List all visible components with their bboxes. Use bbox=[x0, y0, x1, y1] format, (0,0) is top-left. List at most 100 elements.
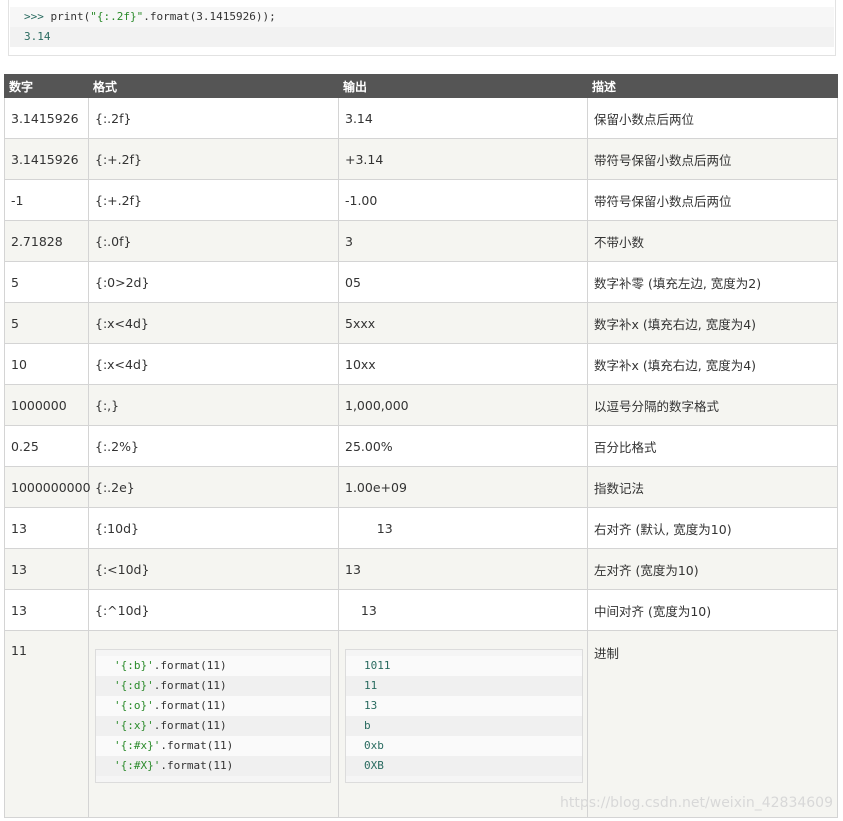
cell-format-code: '{:b}'.format(11) '{:d}'.format(11) '{:o… bbox=[88, 630, 339, 818]
cell-number: 13 bbox=[4, 548, 89, 590]
output-line: 0XB bbox=[346, 756, 582, 776]
cell-format: {:0>2d} bbox=[88, 261, 339, 303]
cell-output: 13 bbox=[338, 589, 588, 631]
code-line: '{:d}'.format(11) bbox=[96, 676, 330, 696]
cell-format: {:.2%} bbox=[88, 425, 339, 467]
table-row: 3.1415926 {:.2f} 3.14 保留小数点后两位 bbox=[4, 97, 838, 139]
cell-output: 3.14 bbox=[338, 97, 588, 139]
table-row: 5 {:0>2d} 05 数字补零 (填充左边, 宽度为2) bbox=[4, 261, 838, 303]
cell-description: 不带小数 bbox=[587, 220, 838, 262]
table-row: 0.25 {:.2%} 25.00% 百分比格式 bbox=[4, 425, 838, 467]
code-line: '{:#X}'.format(11) bbox=[96, 756, 330, 776]
cell-description: 带符号保留小数点后两位 bbox=[587, 179, 838, 221]
code-string: '{:x}' bbox=[114, 719, 154, 732]
base-format-code-block: '{:b}'.format(11) '{:d}'.format(11) '{:o… bbox=[95, 649, 331, 783]
code-example-block: >>> print("{:.2f}".format(3.1415926)); 3… bbox=[8, 0, 836, 56]
cell-description: 以逗号分隔的数字格式 bbox=[587, 384, 838, 426]
table-row: 13 {:10d} 13 右对齐 (默认, 宽度为10) bbox=[4, 507, 838, 549]
cell-description: 百分比格式 bbox=[587, 425, 838, 467]
code-suffix: .format(11) bbox=[153, 719, 227, 732]
cell-output: 1,000,000 bbox=[338, 384, 588, 426]
header-format: 格式 bbox=[88, 74, 339, 98]
table-row: 10 {:x<4d} 10xx 数字补x (填充右边, 宽度为4) bbox=[4, 343, 838, 385]
cell-number: 5 bbox=[4, 261, 89, 303]
cell-output: -1.00 bbox=[338, 179, 588, 221]
cell-number: 13 bbox=[4, 507, 89, 549]
cell-output: 13 bbox=[338, 507, 588, 549]
code-line: '{:b}'.format(11) bbox=[96, 656, 330, 676]
cell-number: 3.1415926 bbox=[4, 138, 89, 180]
table-row: 2.71828 {:.0f} 3 不带小数 bbox=[4, 220, 838, 262]
code-line: '{:o}'.format(11) bbox=[96, 696, 330, 716]
cell-format: {:.2e} bbox=[88, 466, 339, 508]
code-string: '{:d}' bbox=[114, 679, 154, 692]
header-description: 描述 bbox=[587, 74, 838, 98]
code-line-input: >>> print("{:.2f}".format(3.1415926)); bbox=[10, 7, 834, 27]
cell-format: {:^10d} bbox=[88, 589, 339, 631]
code-suffix: .format(11) bbox=[153, 679, 227, 692]
table-row: 1000000 {:,} 1,000,000 以逗号分隔的数字格式 bbox=[4, 384, 838, 426]
header-number: 数字 bbox=[4, 74, 89, 98]
cell-number: 11 bbox=[4, 630, 89, 818]
output-line: b bbox=[346, 716, 582, 736]
code-suffix: .format(11) bbox=[160, 759, 234, 772]
cell-format: {:x<4d} bbox=[88, 343, 339, 385]
table-row: -1 {:+.2f} -1.00 带符号保留小数点后两位 bbox=[4, 179, 838, 221]
code-line: '{:#x}'.format(11) bbox=[96, 736, 330, 756]
cell-description: 中间对齐 (宽度为10) bbox=[587, 589, 838, 631]
cell-format: {:+.2f} bbox=[88, 138, 339, 180]
cell-number: 0.25 bbox=[4, 425, 89, 467]
cell-description: 数字补零 (填充左边, 宽度为2) bbox=[587, 261, 838, 303]
output-line: 13 bbox=[346, 696, 582, 716]
cell-output: +3.14 bbox=[338, 138, 588, 180]
cell-number: 2.71828 bbox=[4, 220, 89, 262]
code-string: "{:.2f}" bbox=[90, 10, 144, 23]
cell-format: {:,} bbox=[88, 384, 339, 426]
cell-number: 1000000 bbox=[4, 384, 89, 426]
code-prompt: >>> bbox=[24, 10, 51, 23]
cell-description: 进制 bbox=[587, 630, 838, 818]
table-row-base: 11 '{:b}'.format(11) '{:d}'.format(11) '… bbox=[4, 630, 838, 818]
code-rest: .format(3.1415926)); bbox=[143, 10, 276, 23]
cell-output: 1.00e+09 bbox=[338, 466, 588, 508]
code-string: '{:o}' bbox=[114, 699, 154, 712]
cell-description: 带符号保留小数点后两位 bbox=[587, 138, 838, 180]
cell-description: 指数记法 bbox=[587, 466, 838, 508]
cell-description: 左对齐 (宽度为10) bbox=[587, 548, 838, 590]
code-call: print( bbox=[50, 10, 91, 23]
cell-format: {:.0f} bbox=[88, 220, 339, 262]
code-suffix: .format(11) bbox=[153, 659, 227, 672]
cell-output: 3 bbox=[338, 220, 588, 262]
table-row: 13 {:^10d} 13 中间对齐 (宽度为10) bbox=[4, 589, 838, 631]
code-string: '{:#x}' bbox=[114, 739, 161, 752]
output-line: 11 bbox=[346, 676, 582, 696]
cell-format: {:.2f} bbox=[88, 97, 339, 139]
watermark: https://blog.csdn.net/weixin_42834609 bbox=[559, 795, 833, 811]
cell-output: 25.00% bbox=[338, 425, 588, 467]
cell-output: 05 bbox=[338, 261, 588, 303]
base-output-code-block: 1011 11 13 b 0xb 0XB bbox=[345, 649, 583, 783]
format-table: 数字 格式 输出 描述 3.1415926 {:.2f} 3.14 保留小数点后… bbox=[4, 74, 838, 818]
code-suffix: .format(11) bbox=[153, 699, 227, 712]
table-row: 13 {:<10d} 13 左对齐 (宽度为10) bbox=[4, 548, 838, 590]
cell-number: 5 bbox=[4, 302, 89, 344]
cell-number: 13 bbox=[4, 589, 89, 631]
table-row: 1000000000 {:.2e} 1.00e+09 指数记法 bbox=[4, 466, 838, 508]
table-row: 3.1415926 {:+.2f} +3.14 带符号保留小数点后两位 bbox=[4, 138, 838, 180]
code-line-output: 3.14 bbox=[10, 27, 834, 47]
table-header-row: 数字 格式 输出 描述 bbox=[4, 74, 838, 98]
cell-format: {:<10d} bbox=[88, 548, 339, 590]
code-string: '{:b}' bbox=[114, 659, 154, 672]
code-suffix: .format(11) bbox=[160, 739, 234, 752]
output-line: 1011 bbox=[346, 656, 582, 676]
code-string: '{:#X}' bbox=[114, 759, 161, 772]
cell-number: 10 bbox=[4, 343, 89, 385]
cell-number: -1 bbox=[4, 179, 89, 221]
cell-description: 保留小数点后两位 bbox=[587, 97, 838, 139]
cell-output: 13 bbox=[338, 548, 588, 590]
cell-output: 10xx bbox=[338, 343, 588, 385]
cell-number: 3.1415926 bbox=[4, 97, 89, 139]
output-line: 0xb bbox=[346, 736, 582, 756]
cell-format: {:+.2f} bbox=[88, 179, 339, 221]
header-output: 输出 bbox=[338, 74, 588, 98]
